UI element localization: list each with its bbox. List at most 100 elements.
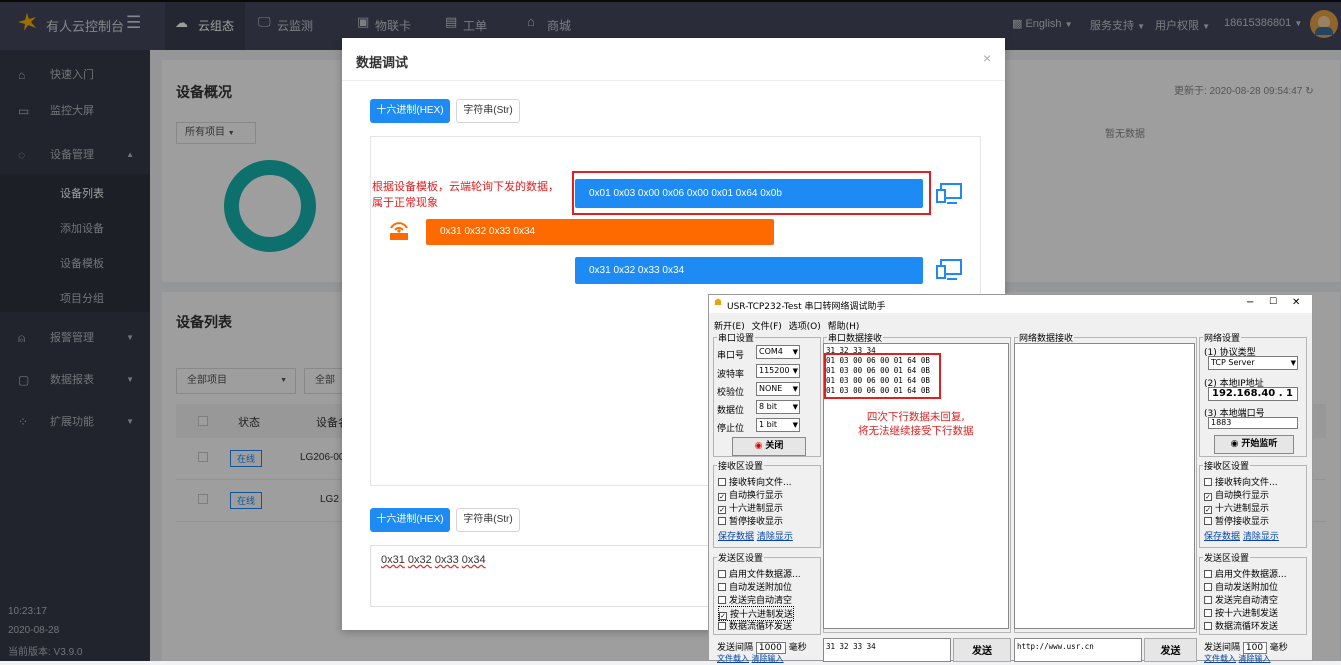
receive-settings-group: 接收区设置 接收转向文件... ✓ 自动换行显示 ✓ 十六进制显示 暂停接收显示 保… — [713, 459, 821, 548]
input-byte: 0x32 — [407, 554, 432, 566]
send-interval-left: 发送间隔 1000 毫秒 — [717, 640, 807, 654]
checkbox[interactable] — [718, 622, 726, 630]
close-port-button[interactable]: ◉ 关闭 — [732, 437, 806, 456]
clear-display-link[interactable]: 清除显示 — [1243, 532, 1279, 542]
checkbox[interactable]: ✓ — [718, 506, 726, 514]
checkbox[interactable]: ✓ — [718, 493, 726, 501]
checkbox[interactable] — [1204, 622, 1212, 630]
checkbox[interactable] — [1204, 478, 1212, 486]
recv-option-wrap[interactable]: ✓ 自动换行显示 — [718, 488, 783, 501]
parity-label: 校验位 — [717, 388, 745, 398]
serial-send-input[interactable]: 31 32 33 34 — [823, 638, 951, 662]
checkbox[interactable] — [1204, 570, 1212, 578]
recv-option-hex[interactable]: ✓ 十六进制显示 — [1204, 501, 1269, 514]
checkbox[interactable] — [1204, 596, 1212, 604]
input-byte: 0x31 — [381, 554, 405, 566]
databits-select[interactable]: 8 bit — [756, 400, 800, 414]
send-text: 31 32 33 34 — [826, 642, 876, 651]
save-data-link[interactable]: 保存数据 — [718, 532, 754, 542]
send-option-file[interactable]: 启用文件数据源... — [718, 567, 801, 580]
start-listen-label: 开始监听 — [1241, 439, 1278, 449]
send-option-file[interactable]: 启用文件数据源... — [1204, 567, 1287, 580]
annotation-note: 四次下行数据未回复, 将无法继续接受下行数据 — [858, 410, 974, 438]
checkbox[interactable] — [718, 583, 726, 591]
modal-title: 数据调试 — [356, 55, 409, 70]
maximize-icon[interactable]: ☐ — [1269, 297, 1277, 307]
network-receive-area[interactable] — [1014, 343, 1195, 629]
usr-tcp232-window: ☗ USR-TCP232-Test 串口转网络调试助手 − ☐ ✕ 新开(E) … — [708, 294, 1313, 664]
checkbox[interactable] — [718, 478, 726, 486]
serial-receive-area[interactable]: 31 32 33 34 01 03 00 06 00 01 64 0B 01 0… — [823, 343, 1009, 629]
baud-select[interactable]: 115200 — [756, 364, 800, 378]
ip-input[interactable]: 192.168.40 . 1 — [1208, 387, 1298, 401]
window-titlebar: ☗ USR-TCP232-Test 串口转网络调试助手 − ☐ ✕ — [709, 295, 1312, 313]
send-option-append[interactable]: 自动发送附加位 — [1204, 580, 1278, 593]
network-send-button[interactable]: 发送 — [1144, 638, 1197, 662]
interval-label: 发送间隔 — [717, 643, 754, 653]
send-option-loop[interactable]: 数据流循环发送 — [1204, 619, 1278, 632]
minimize-icon[interactable]: − — [1246, 297, 1254, 308]
send-settings-group: 发送区设置 启用文件数据源... 自动发送附加位 发送完自动清空 ✓ 按十六进制发… — [713, 551, 821, 635]
databits-label: 数据位 — [717, 406, 745, 416]
checkbox[interactable] — [1204, 609, 1212, 617]
checkbox[interactable] — [718, 517, 726, 525]
title-divider — [342, 80, 1005, 81]
checkbox[interactable] — [1204, 517, 1212, 525]
protocol-select[interactable]: TCP Server — [1208, 356, 1298, 370]
hex-mode-button[interactable]: 十六进制(HEX) — [370, 99, 450, 123]
menu-item-file[interactable]: 文件(F) — [752, 322, 782, 332]
checkbox[interactable] — [1204, 583, 1212, 591]
app-icon: ☗ — [714, 298, 723, 308]
annotation-line: 四次下行数据未回复, — [866, 411, 965, 423]
recv-option-wrap[interactable]: ✓ 自动换行显示 — [1204, 488, 1269, 501]
menu-item-options[interactable]: 选项(O) — [789, 322, 821, 332]
clear-input-link[interactable]: 清除输入 — [1239, 654, 1271, 663]
send-label: 发送 — [1160, 646, 1181, 657]
file-links-left: 文件载入 清除输入 — [717, 653, 784, 664]
send-text: http://www.usr.cn — [1017, 642, 1094, 651]
input-byte: 0x34 — [461, 554, 486, 566]
network-settings-group: 网络设置 (1) 协议类型 TCP Server (2) 本地IP地址 192.… — [1199, 331, 1307, 457]
close-icon[interactable]: ✕ — [1292, 297, 1300, 308]
record-icon: ◉ — [754, 441, 763, 451]
checkbox[interactable] — [718, 570, 726, 578]
serial-send-button[interactable]: 发送 — [953, 638, 1011, 662]
recv-option-file[interactable]: 接收转向文件... — [1204, 475, 1278, 488]
network-send-input[interactable]: http://www.usr.cn — [1014, 638, 1142, 662]
string-mode-button[interactable]: 字符串(Str) — [456, 99, 520, 123]
send-string-mode-button[interactable]: 字符串(Str) — [456, 508, 520, 532]
file-load-link[interactable]: 文件载入 — [717, 654, 749, 663]
clear-display-link[interactable]: 清除显示 — [757, 532, 793, 542]
recv-option-hex[interactable]: ✓ 十六进制显示 — [718, 501, 783, 514]
start-listen-button[interactable]: ◉ 开始监听 — [1214, 435, 1294, 454]
recv-option-pause[interactable]: 暂停接收显示 — [718, 514, 783, 527]
checkbox[interactable]: ✓ — [1204, 506, 1212, 514]
port-select[interactable]: COM4 — [756, 345, 800, 359]
checkbox[interactable] — [718, 596, 726, 604]
send-option-hex[interactable]: 按十六进制发送 — [1204, 606, 1278, 619]
clear-input-link[interactable]: 清除输入 — [752, 654, 784, 663]
parity-select[interactable]: NONE — [756, 382, 800, 396]
send-option-loop[interactable]: 数据流循环发送 — [718, 619, 792, 632]
send-settings-right: 发送区设置 启用文件数据源... 自动发送附加位 发送完自动清空 按十六进制发送… — [1199, 551, 1307, 635]
stopbits-select[interactable]: 1 bit — [756, 418, 800, 432]
group-legend: 接收区设置 — [1203, 459, 1251, 472]
save-data-link[interactable]: 保存数据 — [1204, 532, 1240, 542]
recv-option-pause[interactable]: 暂停接收显示 — [1204, 514, 1269, 527]
port-input[interactable]: 1883 — [1208, 417, 1298, 429]
receive-settings-right: 接收区设置 接收转向文件... ✓ 自动换行显示 ✓ 十六进制显示 暂停接收显示 保… — [1199, 459, 1307, 548]
device-message: 0x31 0x32 0x33 0x34 — [426, 219, 774, 245]
file-load-link[interactable]: 文件载入 — [1204, 654, 1236, 663]
group-legend: 接收区设置 — [717, 459, 765, 472]
checkbox[interactable]: ✓ — [1204, 493, 1212, 501]
send-option-autoclear[interactable]: 发送完自动清空 — [1204, 593, 1278, 606]
close-icon[interactable]: × — [983, 50, 991, 66]
recv-option-file[interactable]: 接收转向文件... — [718, 475, 792, 488]
cloud-message: 0x01 0x03 0x00 0x06 0x00 0x01 0x64 0x0b — [575, 179, 923, 208]
send-option-append[interactable]: 自动发送附加位 — [718, 580, 792, 593]
record-icon: ◉ — [1230, 439, 1239, 449]
port-label: 串口号 — [717, 351, 745, 361]
group-legend: 发送区设置 — [1203, 551, 1251, 564]
send-option-autoclear[interactable]: 发送完自动清空 — [718, 593, 792, 606]
send-hex-mode-button[interactable]: 十六进制(HEX) — [370, 508, 450, 532]
